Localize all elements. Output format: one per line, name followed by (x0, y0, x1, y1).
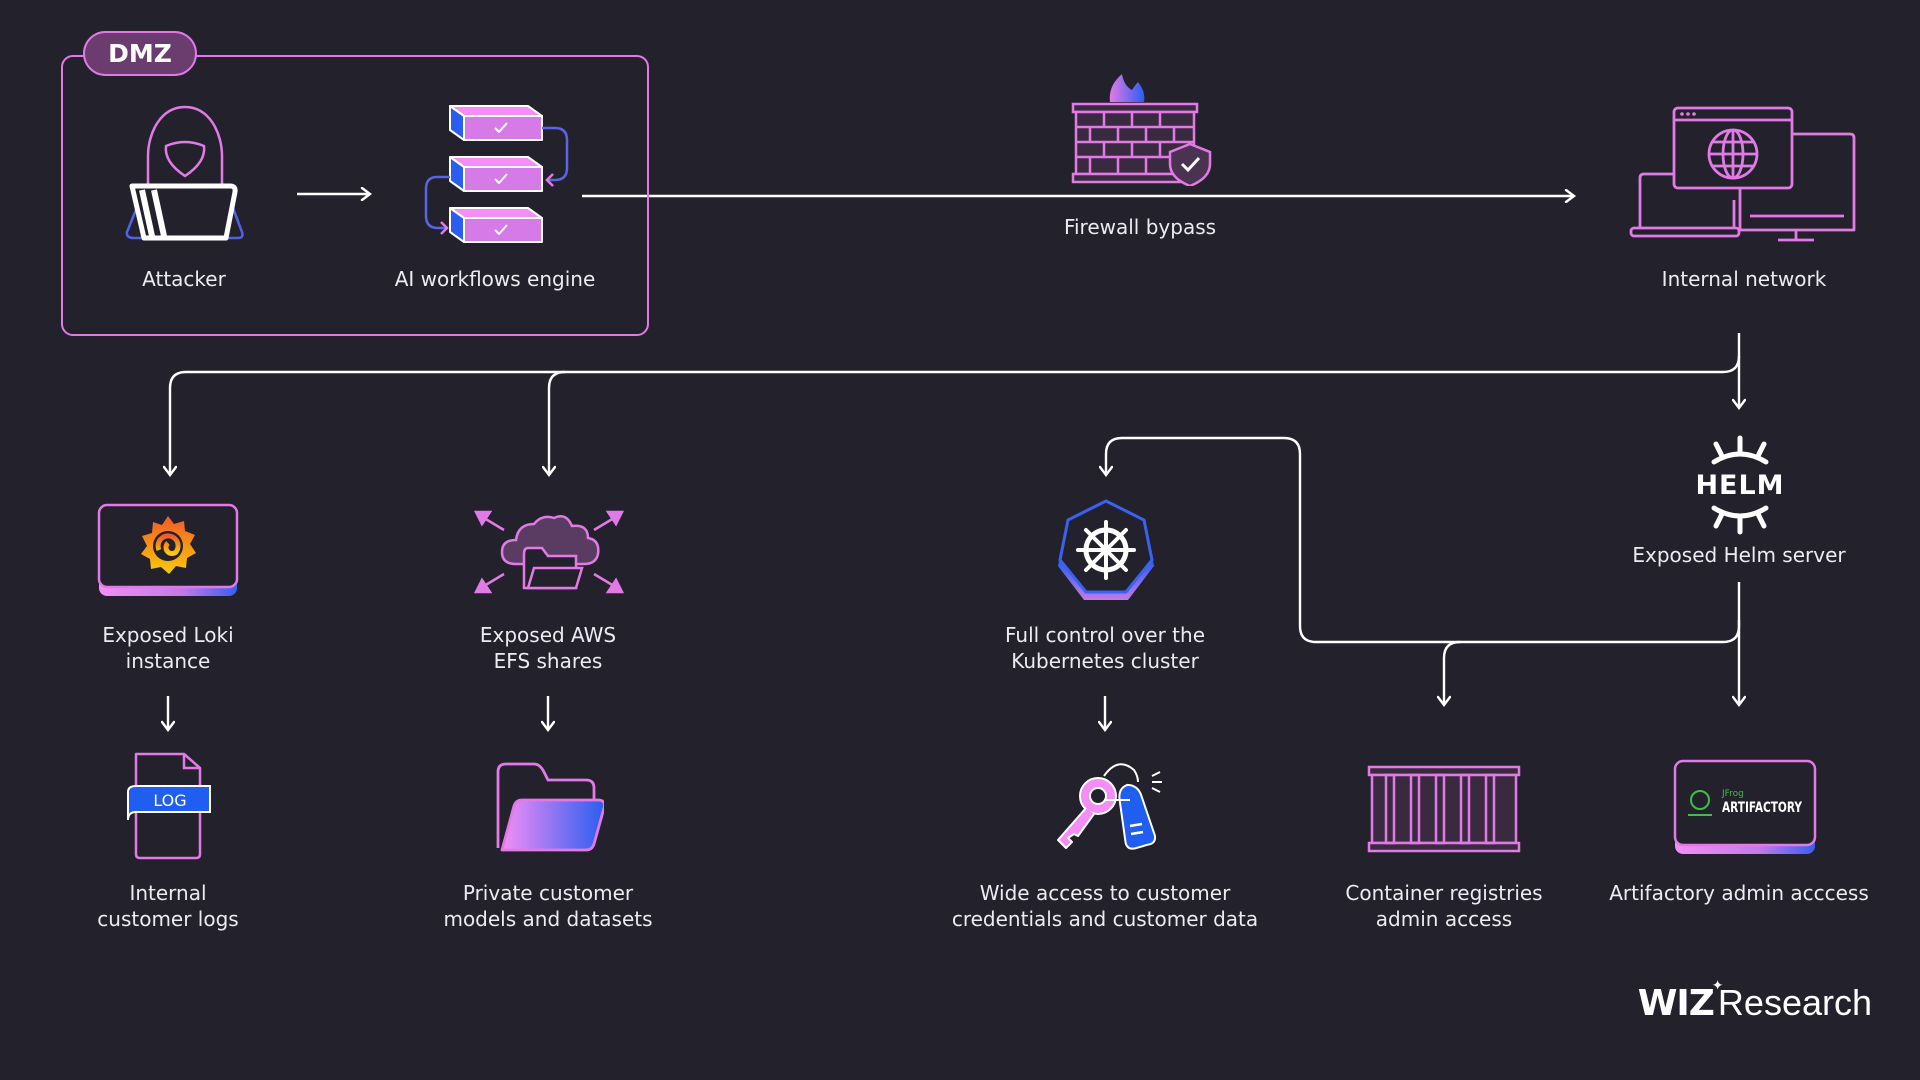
firewall-icon (1071, 74, 1212, 186)
cloud-folder-icon (473, 510, 625, 594)
logs-label-line1: Internal (129, 881, 207, 905)
loki-label-line1: Exposed Loki (102, 623, 234, 647)
internal-network-icon (1629, 106, 1856, 242)
research-wordmark: Research (1717, 982, 1872, 1023)
container-icon (1367, 765, 1521, 853)
key-tag-icon (1057, 763, 1162, 850)
kubernetes-icon (1058, 499, 1154, 600)
helm-label: Exposed Helm server (1632, 543, 1846, 567)
log-badge-text: LOG (153, 791, 186, 810)
bus-to-efs (549, 370, 566, 475)
bus-to-loki (170, 355, 1741, 475)
attacker-label: Attacker (142, 267, 226, 291)
helm-to-registries (1444, 640, 1461, 705)
jfrog-text: JFrog (1721, 789, 1744, 799)
models-label-line1: Private customer (462, 881, 634, 905)
log-file-icon: LOG (127, 752, 211, 860)
hacker-icon (125, 105, 244, 241)
jfrog-artifactory-icon: JFrog ARTIFACTORY (1673, 759, 1817, 854)
loki-label-line2: instance (125, 649, 211, 673)
helm-wordmark: HELM (1695, 470, 1784, 501)
models-label-line2: models and datasets (443, 907, 653, 931)
efs-label-line2: EFS shares (493, 649, 603, 673)
wiz-wordmark: WIZ (1637, 983, 1715, 1024)
creds-label-line1: Wide access to customer (979, 881, 1231, 905)
logs-label-line2: customer logs (97, 907, 239, 931)
workflow-servers-icon (424, 105, 569, 243)
dmz-label: DMZ (83, 31, 197, 76)
helm-to-k8s-loop (1106, 436, 1741, 644)
creds-label-line2: credentials and customer data (951, 907, 1259, 931)
internal-network-label: Internal network (1661, 267, 1827, 291)
k8s-label-line2: Kubernetes cluster (1011, 649, 1199, 673)
sparkle-icon: ✦ (1711, 978, 1724, 994)
efs-label-line1: Exposed AWS (479, 623, 617, 647)
k8s-label-line1: Full control over the (1004, 623, 1206, 647)
helm-icon: HELM (1695, 435, 1784, 535)
folder-icon (496, 762, 604, 852)
firewall-label: Firewall bypass (1063, 215, 1217, 239)
grafana-loki-icon (97, 503, 239, 596)
artifactory-label: Artifactory admin acccess (1609, 881, 1869, 905)
wiz-research-logo: WIZ ✦ Research (1637, 978, 1872, 1024)
artifactory-text: ARTIFACTORY (1722, 800, 1803, 816)
ai-engine-label: AI workflows engine (394, 267, 596, 291)
registries-label-line2: admin access (1375, 907, 1513, 931)
registries-label-line1: Container registries (1345, 881, 1543, 905)
